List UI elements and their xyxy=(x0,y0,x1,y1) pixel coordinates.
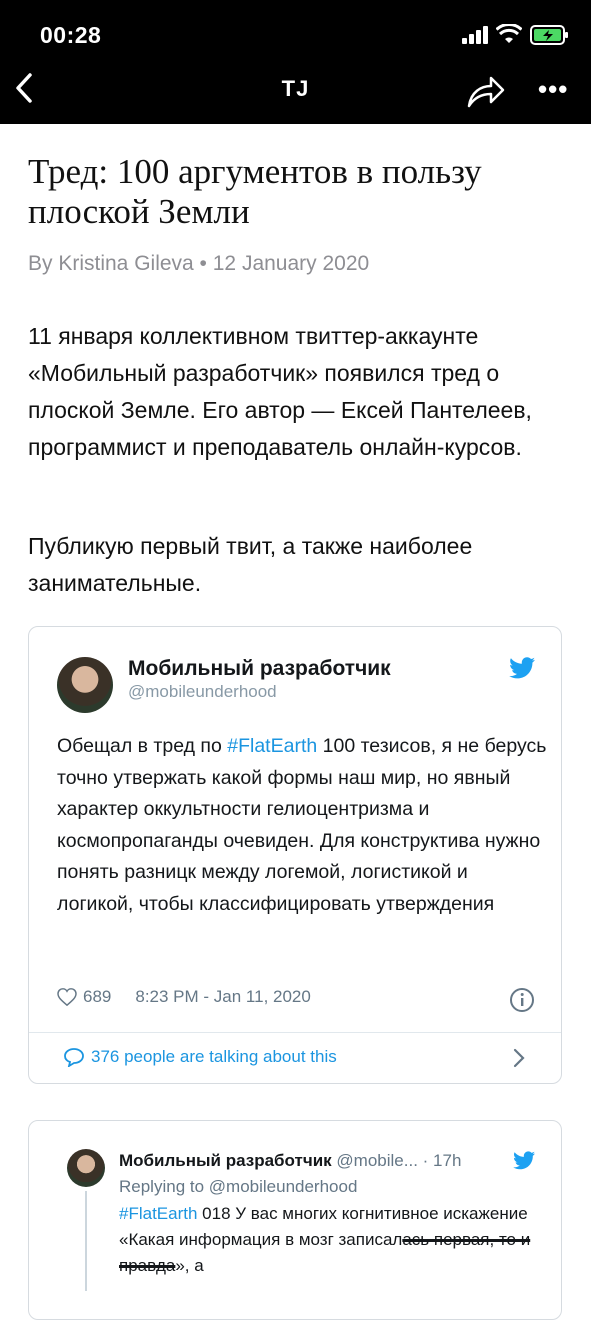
conversation-link[interactable]: 376 people are talking about this xyxy=(63,1047,337,1067)
status-time: 00:28 xyxy=(40,22,102,48)
tweet-text: #FlatEarth 018 У вас многих когнитивное … xyxy=(119,1201,539,1279)
article-byline: By Kristina Gileva • 12 January 2020 xyxy=(28,252,370,275)
signal-icon xyxy=(462,26,488,44)
tweet-timestamp[interactable]: 8:23 PM - Jan 11, 2020 xyxy=(135,987,310,1007)
replying-to[interactable]: Replying to @mobileunderhood xyxy=(119,1177,357,1197)
tweet-text-part: », а xyxy=(175,1256,204,1275)
avatar[interactable] xyxy=(57,657,113,713)
tweet-text-part: 100 тезисов, я не берусь точно утвержать… xyxy=(57,735,547,915)
article-paragraph-2: Публикую первый твит, а также наиболее з… xyxy=(28,533,473,596)
tweet-text: Обещал в тред по #FlatEarth 100 тезисов,… xyxy=(57,731,547,920)
tweet-text-part: Обещал в тред по xyxy=(57,735,228,757)
share-icon[interactable] xyxy=(465,74,507,110)
tweet-author-name[interactable]: Мобильный разработчик xyxy=(128,657,391,681)
conversation-link-label[interactable]: 376 people are talking about this xyxy=(91,1047,337,1067)
tweet-age[interactable]: · 17h xyxy=(423,1151,462,1170)
embedded-tweet-reply[interactable]: Мобильный разработчик @mobile... · 17h R… xyxy=(28,1120,562,1320)
tweet-meta: 689 8:23 PM - Jan 11, 2020 xyxy=(57,987,311,1007)
battery-icon xyxy=(530,25,568,45)
info-icon[interactable] xyxy=(509,987,535,1013)
tweet-author-handle[interactable]: @mobileunderhood xyxy=(128,682,277,702)
hashtag-link[interactable]: #FlatEarth xyxy=(119,1204,197,1223)
like-count[interactable]: 689 xyxy=(83,987,111,1007)
chevron-right-icon[interactable] xyxy=(511,1047,527,1069)
speech-bubble-icon xyxy=(64,1048,84,1067)
heart-icon[interactable] xyxy=(57,988,77,1006)
more-icon[interactable]: ••• xyxy=(538,76,568,102)
tweet-header: Мобильный разработчик @mobile... · 17h xyxy=(119,1151,461,1171)
tweet-author-handle[interactable]: @mobile... xyxy=(336,1151,418,1170)
hashtag-link[interactable]: #FlatEarth xyxy=(227,735,317,757)
nav-bar: TJ ••• xyxy=(0,70,591,124)
status-bar: 00:28 xyxy=(0,0,591,70)
avatar[interactable] xyxy=(67,1149,105,1187)
article-paragraph-1: 11 января коллективном твиттер-аккаунте … xyxy=(28,323,532,460)
twitter-bird-icon[interactable] xyxy=(513,1151,535,1170)
thread-line xyxy=(85,1191,87,1291)
tweet-author-name[interactable]: Мобильный разработчик xyxy=(119,1151,332,1170)
embedded-tweet[interactable]: Мобильный разработчик @mobileunderhood О… xyxy=(28,626,562,1084)
article-headline: Тред: 100 аргументов в пользу плоской Зе… xyxy=(28,152,482,231)
twitter-bird-icon[interactable] xyxy=(509,657,535,679)
wifi-icon xyxy=(496,24,522,43)
divider xyxy=(29,1032,561,1033)
